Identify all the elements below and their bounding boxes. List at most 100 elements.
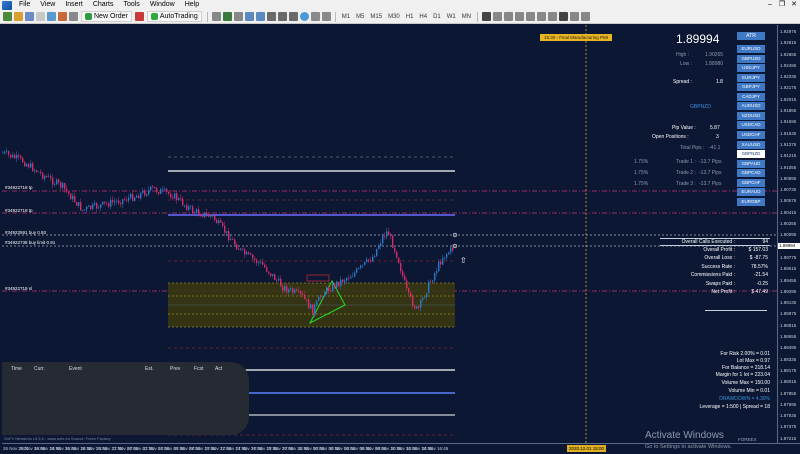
menu-charts[interactable]: Charts [88,0,119,10]
arrows-icon[interactable] [581,12,591,21]
symbol-button-usdjpy[interactable]: USDJPY [737,64,765,73]
symbol-button-eurusd[interactable]: EURUSD [737,45,765,53]
bar-chart-icon[interactable] [211,12,221,21]
candle-body [388,231,390,236]
timeframe-m15[interactable]: M15 [367,14,385,20]
symbol-button-audusd[interactable]: AUDUSD [737,102,765,111]
symbol-button-gbpjpy[interactable]: GBPJPY [737,83,765,92]
symbol-button-eurgbp[interactable]: EURGBP [737,197,765,206]
metaeditor-icon[interactable] [134,12,144,21]
symbol-button-usdcad[interactable]: USDCAD [737,121,765,130]
trendline-icon[interactable] [526,12,536,21]
crosshair-icon[interactable] [493,12,503,21]
profiles-icon[interactable] [14,12,23,21]
symbol-button-eurjpy[interactable]: EURJPY [737,73,765,82]
terminal-icon[interactable] [58,12,67,21]
channel-icon[interactable] [537,12,547,21]
candlestick-icon[interactable] [222,12,232,21]
chart-shift-icon[interactable] [288,12,298,21]
symbol-button-gbpaud[interactable]: GBPAUD [737,159,765,168]
symbol-button-euraud[interactable]: EURAUD [737,188,765,197]
pip-value-label: Pip Value : [672,125,696,131]
tile-windows-icon[interactable] [266,12,276,21]
candle-body [138,195,140,199]
auto-scroll-icon[interactable] [277,12,287,21]
new-chart-icon[interactable] [3,12,12,21]
line-chart-icon[interactable] [233,12,243,21]
candle-body [368,259,370,261]
symbol-button-nzdusd[interactable]: NZDUSD [737,111,765,120]
news-event-label: 15:30 - Final Manufacturing PMI [540,34,613,41]
menu-file[interactable]: File [14,0,35,10]
candle-body [74,195,76,203]
candle-body [318,296,320,301]
data-window-icon[interactable] [36,12,45,21]
symbol-button-gbpusd[interactable]: GBPUSD [737,54,765,63]
candle-body [366,259,368,262]
minimize-icon[interactable]: – [764,0,776,10]
open-positions-label: Open Positions : [652,134,689,140]
price-axis[interactable]: 1.92975 1.92815 1.92655 1.92495 1.92335 1.921… [777,25,800,443]
zoom-in-icon[interactable] [244,12,254,21]
timeframe-mn[interactable]: MN [459,14,474,20]
symbol-button-gbpcad[interactable]: GBPCAD [737,169,765,178]
navigator-icon[interactable] [47,12,56,21]
timeframe-d1[interactable]: D1 [430,14,444,20]
candle-body [362,265,364,266]
candle-body [254,258,256,260]
candle-body [92,204,94,209]
new-order-icon [85,13,92,20]
candle-body [234,239,236,245]
periods-icon[interactable] [310,12,320,21]
close-icon[interactable]: ✕ [788,0,800,10]
candle-body [132,193,134,201]
price-tick-label: 1.88335 [780,356,797,362]
candle-body [176,193,178,200]
menu-insert[interactable]: Insert [60,0,88,10]
text-tool-icon[interactable] [559,12,569,21]
candle-body [434,273,436,281]
strategy-tester-icon[interactable] [69,12,78,21]
timeframe-h4[interactable]: H4 [416,14,430,20]
stat-label: Overall Calls Executed : [681,239,735,245]
zoom-out-icon[interactable] [255,12,265,21]
timeframe-m1[interactable]: M1 [339,14,353,20]
symbol-button-cadjpy[interactable]: CADJPY [737,92,765,101]
candle-body [350,276,352,279]
market-watch-icon[interactable] [25,12,34,21]
price-tick-label: 1.90575 [780,198,797,204]
cursor-icon[interactable] [482,12,492,21]
text-label-icon[interactable] [570,12,580,21]
menu-view[interactable]: View [35,0,60,10]
autotrading-button[interactable]: AutoTrading [146,11,202,22]
templates-icon[interactable] [321,12,331,21]
current-price-tag: 1.89994 [778,243,800,249]
candle-body [154,187,156,189]
price-tick-label: 1.92655 [780,51,797,57]
autotrading-label: AutoTrading [159,13,198,20]
symbol-button-xauusd[interactable]: XAUUSD [737,140,765,149]
menu-help[interactable]: Help [180,0,204,10]
atr-button[interactable]: ATR [737,32,765,40]
price-tick-label: 1.88975 [780,311,797,317]
fibonacci-icon[interactable] [548,12,558,21]
indicators-icon[interactable] [299,12,309,21]
timeframe-m5[interactable]: M5 [353,14,367,20]
menu-window[interactable]: Window [145,0,180,10]
symbol-button-gbpnzd[interactable]: GBPNZD [737,150,765,159]
restore-icon[interactable]: ❐ [776,0,788,10]
candle-body [288,289,290,293]
candle-body [58,179,60,183]
candle-body [258,262,260,263]
candle-body [374,256,376,258]
symbol-button-gbpchf[interactable]: GBPCHF [737,178,765,187]
menu-tools[interactable]: Tools [118,0,144,10]
timeframe-h1[interactable]: H1 [403,14,417,20]
timeframe-m30[interactable]: M30 [385,14,403,20]
vertical-line-icon[interactable] [504,12,514,21]
price-tick-label: 1.91855 [780,108,797,114]
horizontal-line-icon[interactable] [515,12,525,21]
symbol-button-usdchf[interactable]: USDCHF [737,130,765,139]
timeframe-w1[interactable]: W1 [444,14,459,20]
new-order-button[interactable]: New Order [81,11,132,22]
